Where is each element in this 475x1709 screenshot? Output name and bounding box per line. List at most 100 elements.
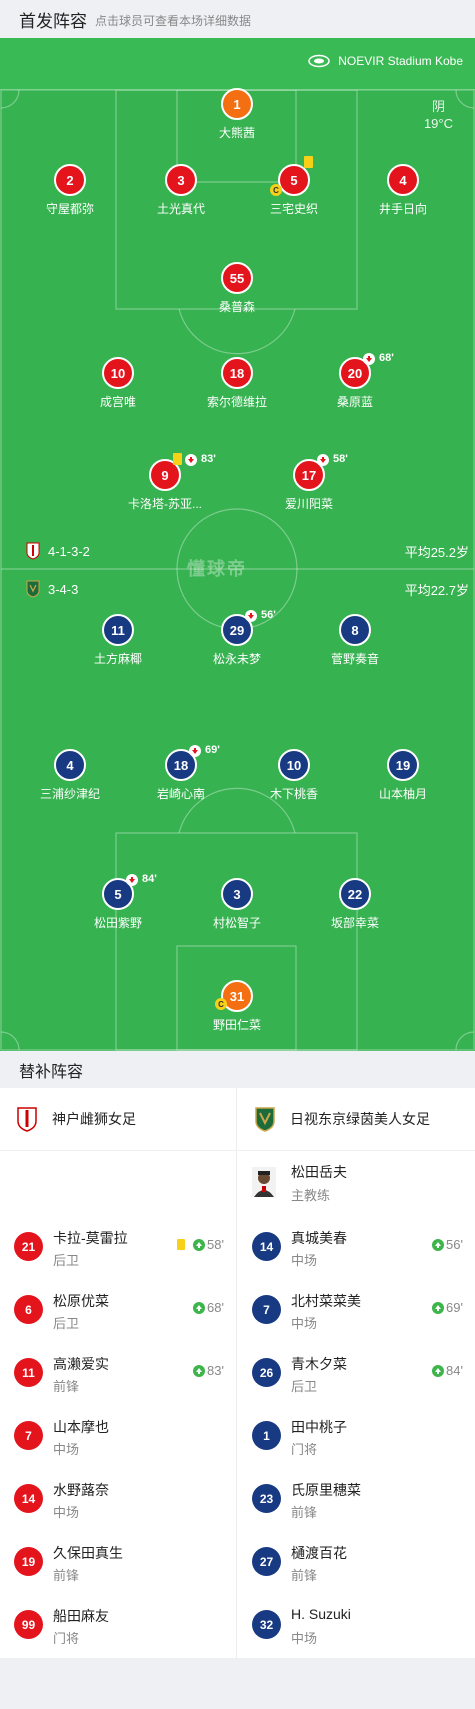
sub-name: 樋渡百花 xyxy=(291,1545,347,1561)
sub-row[interactable]: 32 H. Suzuki 中场 xyxy=(238,1593,475,1656)
away-player[interactable]: 18 69' 岩崎心南 xyxy=(121,744,241,802)
home-player[interactable]: 17 58' 爱川阳菜 xyxy=(249,453,369,512)
away-team-name: 日视东京绿茵美人女足 xyxy=(290,1111,430,1127)
pitch-header: NOEVIR Stadium Kobe xyxy=(0,38,475,90)
sub-number: 26 xyxy=(252,1358,281,1387)
sub-info: 83' xyxy=(193,1363,224,1378)
home-player[interactable]: 20 68' 桑原蓝 xyxy=(295,352,415,410)
home-player[interactable]: 3 土光真代 xyxy=(121,164,241,217)
sub-row[interactable]: 7 北村菜菜美 中场 69' xyxy=(238,1278,475,1341)
sub-row[interactable]: 19 久保田真生 前锋 xyxy=(0,1530,236,1593)
home-team-row[interactable]: 神户雌狮女足 xyxy=(0,1088,236,1151)
player-number: 18 xyxy=(221,357,253,389)
sub-out-minute: 56' xyxy=(261,609,276,621)
away-team-row[interactable]: 日视东京绿茵美人女足 xyxy=(238,1088,475,1151)
sub-name: 高濑爱实 xyxy=(53,1356,109,1372)
sub-number: 27 xyxy=(252,1547,281,1576)
sub-row[interactable]: 7 山本摩也 中场 xyxy=(0,1404,236,1467)
home-player[interactable]: 5 C 三宅史织 xyxy=(234,156,354,217)
sub-row[interactable]: 21 卡拉-莫雷拉 后卫 58' xyxy=(0,1215,236,1278)
captain-badge: C xyxy=(270,184,282,196)
weather-temperature: 19°C xyxy=(423,116,453,131)
player-number-wrap: 9 83' xyxy=(149,453,216,491)
sub-info: 68' xyxy=(193,1300,224,1315)
away-team-badge-icon xyxy=(26,580,40,598)
player-number: 55 xyxy=(221,262,253,294)
sub-out-icon xyxy=(126,874,138,886)
away-player[interactable]: 5 84' 松田紫野 xyxy=(58,873,178,931)
player-number: 22 xyxy=(339,878,371,910)
sub-in-icon xyxy=(193,1364,206,1377)
sub-number: 11 xyxy=(14,1358,43,1387)
home-avg-age: 平均25.2岁 xyxy=(404,545,469,560)
sub-in-icon xyxy=(432,1364,445,1377)
weather: 阴 19°C xyxy=(424,98,453,132)
player-name: 松永未梦 xyxy=(212,652,261,666)
player-name: 大熊茜 xyxy=(218,126,255,140)
player-number: 4 xyxy=(54,749,86,781)
sub-row[interactable]: 27 樋渡百花 前锋 xyxy=(238,1530,475,1593)
sub-out-icon xyxy=(185,454,197,466)
home-player[interactable]: 4 井手日向 xyxy=(343,164,463,217)
away-player[interactable]: 19 山本柚月 xyxy=(343,749,463,802)
sub-row[interactable]: 99 船田麻友 门将 xyxy=(0,1593,236,1656)
away-player[interactable]: 22 坂部幸菜 xyxy=(295,878,415,931)
sub-in-icon xyxy=(432,1301,445,1314)
home-player[interactable]: 10 成宫唯 xyxy=(58,357,178,410)
home-player[interactable]: 2 守屋都弥 xyxy=(10,164,130,217)
sub-name: 久保田真生 xyxy=(53,1545,123,1561)
player-number-wrap: 31 C xyxy=(215,980,253,1012)
sub-info: 56' xyxy=(432,1237,463,1252)
sub-row[interactable]: 14 真城美春 中场 56' xyxy=(238,1215,475,1278)
away-player[interactable]: 4 三浦纱津纪 xyxy=(10,749,130,802)
player-number: 8 xyxy=(339,614,371,646)
player-name: 土方麻椰 xyxy=(93,652,142,666)
player-name: 井手日向 xyxy=(378,202,427,216)
player-number: 18 xyxy=(173,757,189,773)
sub-row[interactable]: 26 青木夕菜 后卫 84' xyxy=(238,1341,475,1404)
sub-number: 6 xyxy=(14,1295,43,1324)
sub-number: 99 xyxy=(14,1610,43,1639)
player-number-wrap: 5 84' xyxy=(102,873,157,910)
sub-out-minute: 68' xyxy=(379,352,394,364)
away-player[interactable]: 31 C 野田仁菜 xyxy=(177,980,297,1033)
player-number-wrap: 17 58' xyxy=(293,453,348,491)
sub-position: 后卫 xyxy=(53,1253,80,1268)
player-name: 野田仁菜 xyxy=(212,1018,261,1032)
player-number: 29 xyxy=(229,622,245,638)
player-name: 爱川阳菜 xyxy=(284,497,333,511)
coach-row[interactable]: 松田岳夫 主教练 xyxy=(238,1151,475,1215)
away-player[interactable]: 11 土方麻椰 xyxy=(58,614,178,667)
home-player[interactable]: 9 83' 卡洛塔-苏亚... xyxy=(105,453,225,512)
sub-row[interactable]: 11 高濑爱实 前锋 83' xyxy=(0,1341,236,1404)
away-player[interactable]: 8 菅野奏音 xyxy=(295,614,415,667)
bottom-spacer xyxy=(0,1658,475,1709)
home-team-badge-icon xyxy=(26,542,40,560)
sub-out-icon xyxy=(363,353,375,365)
sub-name: 氏原里穗菜 xyxy=(291,1482,361,1498)
sub-position: 中场 xyxy=(291,1253,318,1268)
sub-in-minute: 83' xyxy=(207,1363,224,1378)
away-player[interactable]: 10 木下桃香 xyxy=(234,749,354,802)
home-player[interactable]: 1 大熊茜 xyxy=(177,88,297,141)
player-name: 三宅史织 xyxy=(269,202,318,216)
sub-row[interactable]: 6 松原优菜 后卫 68' xyxy=(0,1278,236,1341)
sub-position: 前锋 xyxy=(291,1568,318,1583)
sub-row[interactable]: 23 氏原里穗菜 前锋 xyxy=(238,1467,475,1530)
away-player[interactable]: 3 村松智子 xyxy=(177,878,297,931)
player-name: 菅野奏音 xyxy=(330,652,379,666)
home-player[interactable]: 18 索尔德维拉 xyxy=(177,357,297,410)
sub-out-minute: 69' xyxy=(205,744,220,756)
sub-out-minute: 83' xyxy=(201,453,216,465)
player-number: 17 xyxy=(301,467,317,483)
sub-position: 前锋 xyxy=(53,1379,80,1394)
away-player[interactable]: 29 56' 松永未梦 xyxy=(177,609,297,667)
coach-name: 松田岳夫 xyxy=(291,1164,347,1180)
sub-row[interactable]: 1 田中桃子 门将 xyxy=(238,1404,475,1467)
sub-info: 84' xyxy=(432,1363,463,1378)
home-player[interactable]: 55 桑普森 xyxy=(177,262,297,315)
player-number: 2 xyxy=(54,164,86,196)
lineup-hint: 点击球员可查看本场详细数据 xyxy=(95,13,252,28)
sub-row[interactable]: 14 水野蕗奈 中场 xyxy=(0,1467,236,1530)
player-number: 5 xyxy=(114,886,122,902)
